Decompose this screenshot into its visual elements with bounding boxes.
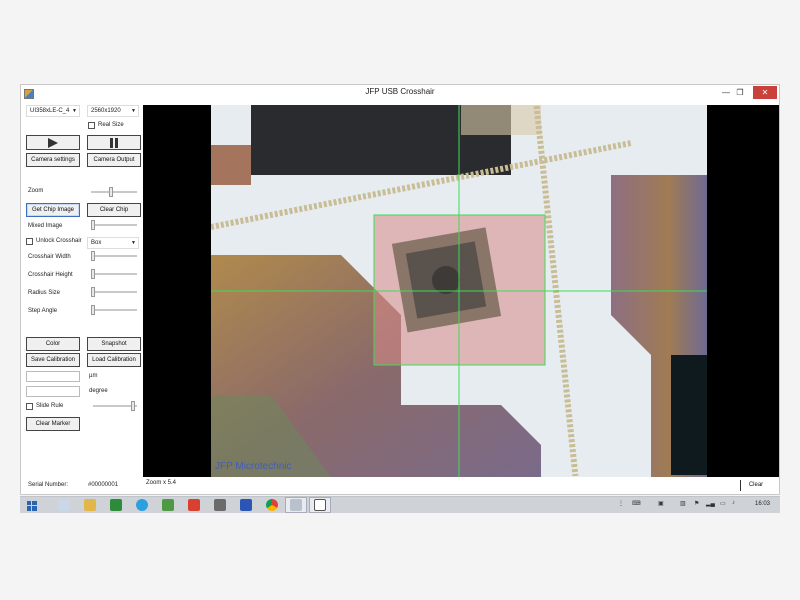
battery-icon[interactable]: ▭ — [720, 500, 726, 507]
camera-viewer[interactable]: JFP Microtechnic — [143, 105, 779, 477]
pause-button[interactable] — [87, 135, 141, 150]
resolution-select-value: 2560x1920 — [91, 108, 121, 114]
degree-unit-label: degree — [89, 388, 108, 394]
app-window: JFP USB Crosshair — ❐ ✕ UI358xLE-C_4 ▼ 2… — [20, 84, 780, 495]
game-icon[interactable] — [214, 499, 226, 511]
camera-settings-button[interactable]: Camera settings — [26, 153, 80, 167]
play-icon — [48, 138, 58, 148]
slide-rule-slider[interactable] — [93, 401, 137, 411]
pen-icon[interactable] — [240, 499, 252, 511]
pause-icon — [110, 138, 118, 148]
excel-icon[interactable] — [110, 499, 122, 511]
microscope-image[interactable]: JFP Microtechnic — [211, 105, 707, 477]
skype-icon[interactable] — [136, 499, 148, 511]
step-angle-slider[interactable] — [91, 305, 137, 315]
zoom-status: Zoom x 5.4 — [146, 480, 177, 486]
mixed-image-slider[interactable] — [91, 220, 137, 230]
tray-app-icon[interactable]: ▣ — [658, 500, 664, 507]
keyboard-icon[interactable]: ⌨ — [632, 500, 641, 507]
crosshair-type-select[interactable]: Box ▼ — [87, 237, 139, 249]
zoom-slider[interactable] — [91, 187, 137, 197]
taskbar-crosshair-app[interactable] — [285, 497, 307, 513]
real-size-label: Real Size — [98, 122, 124, 128]
chevron-down-icon: ▼ — [72, 108, 77, 114]
radius-size-slider[interactable] — [91, 287, 137, 297]
volume-icon[interactable]: ♪ — [732, 500, 735, 506]
serial-number-label: Serial Number: — [28, 482, 69, 488]
watermark: JFP Microtechnic — [215, 461, 292, 472]
file-manager-icon[interactable] — [84, 499, 96, 511]
spreadsheet-icon[interactable] — [162, 499, 174, 511]
taskbar: ⋮ ⌨ ▣ ▥ ⚑ ▂▄ ▭ ♪ 16:03 — [20, 496, 780, 513]
windows-icon[interactable] — [26, 499, 38, 511]
explorer-icon[interactable] — [58, 499, 70, 511]
color-button[interactable]: Color — [26, 337, 80, 351]
slide-rule-label: Slide Rule — [36, 403, 64, 409]
snapshot-button[interactable]: Snapshot — [87, 337, 141, 351]
flag-icon[interactable]: ⚑ — [694, 500, 699, 507]
slide-rule-checkbox[interactable] — [26, 403, 33, 410]
degree-input[interactable] — [26, 386, 80, 397]
control-panel: UI358xLE-C_4 ▼ 2560x1920 ▼ Real Size Cam… — [21, 102, 143, 472]
maximize-button[interactable]: ❐ — [733, 86, 747, 99]
radius-size-label: Radius Size — [28, 290, 61, 296]
chevron-down-icon: ▼ — [131, 240, 136, 246]
save-calibration-button[interactable]: Save Calibration — [26, 353, 80, 367]
camera-output-button[interactable]: Camera Output — [87, 153, 141, 167]
crosshair-height-slider[interactable] — [91, 269, 137, 279]
zoom-label: Zoom — [28, 188, 44, 194]
step-angle-label: Step Angle — [28, 308, 58, 314]
taskbar-active-window[interactable] — [309, 497, 331, 513]
pdf-icon[interactable] — [188, 499, 200, 511]
window-title: JFP USB Crosshair — [365, 87, 435, 96]
title-bar[interactable]: JFP USB Crosshair — ❐ ✕ — [21, 85, 779, 102]
camera-select-value: UI358xLE-C_4 — [30, 108, 70, 114]
clear-chip-button[interactable]: Clear Chip — [87, 203, 141, 217]
resolution-select[interactable]: 2560x1920 ▼ — [87, 105, 139, 117]
chrome-icon[interactable] — [266, 499, 278, 511]
taskbar-clock[interactable]: 16:03 — [755, 501, 770, 507]
mixed-image-label: Mixed Image — [28, 223, 63, 229]
chip-image — [211, 105, 707, 477]
get-chip-image-button[interactable]: Get Chip Image — [26, 203, 80, 217]
close-button[interactable]: ✕ — [753, 86, 777, 99]
unlock-crosshair-checkbox[interactable] — [26, 238, 33, 245]
clear-button[interactable]: Clear — [740, 480, 771, 491]
crosshair-width-label: Crosshair Width — [28, 254, 71, 260]
serial-number-value: #00000001 — [88, 482, 119, 488]
tray-grip-icon: ⋮ — [618, 501, 624, 507]
crosshair-width-slider[interactable] — [91, 251, 137, 261]
real-size-checkbox[interactable] — [88, 122, 95, 129]
chevron-down-icon: ▼ — [131, 108, 136, 114]
unlock-crosshair-label: Unlock Crosshair — [36, 238, 82, 244]
crosshair-type-value: Box — [91, 240, 102, 246]
minimize-button[interactable]: — — [719, 86, 733, 99]
um-input[interactable] — [26, 371, 80, 382]
um-unit-label: µm — [89, 373, 98, 379]
camera-select[interactable]: UI358xLE-C_4 ▼ — [26, 105, 80, 117]
play-button[interactable] — [26, 135, 80, 150]
clear-marker-button[interactable]: Clear Marker — [26, 417, 80, 431]
signal-icon[interactable]: ▂▄ — [706, 500, 715, 507]
crosshair-height-label: Crosshair Height — [28, 272, 73, 278]
crosshair-app-icon — [290, 499, 302, 511]
load-calibration-button[interactable]: Load Calibration — [87, 353, 141, 367]
network-icon[interactable]: ▥ — [680, 500, 686, 507]
active-window-icon — [314, 499, 326, 511]
